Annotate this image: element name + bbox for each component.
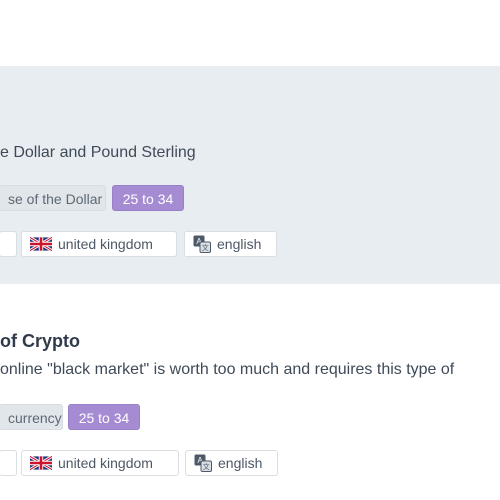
language-label: english	[217, 236, 262, 252]
country-chip: united kingdom	[21, 231, 177, 257]
search-results-viewport: e Dollar and Pound Sterling se of the Do…	[0, 0, 500, 500]
result-title[interactable]: of Crypto	[0, 328, 80, 354]
meta-chip-partial	[0, 231, 17, 257]
meta-chip-partial	[0, 450, 17, 476]
country-label: united kingdom	[58, 236, 153, 252]
country-chip: united kingdom	[21, 450, 179, 476]
uk-flag-icon	[30, 456, 52, 470]
result-summary: online "black market" is worth too much …	[0, 361, 455, 378]
topic-tag[interactable]: currency	[0, 404, 63, 430]
language-chip: A 文 english	[184, 231, 277, 257]
svg-text:文: 文	[202, 243, 209, 252]
language-label: english	[218, 455, 263, 471]
topic-tag[interactable]: se of the Dollar	[0, 185, 106, 211]
uk-flag-icon	[30, 237, 52, 251]
translate-icon: A 文	[194, 454, 212, 472]
age-range-badge: 25 to 34	[68, 404, 140, 430]
svg-text:文: 文	[203, 462, 210, 471]
language-chip: A 文 english	[185, 450, 278, 476]
result-summary: e Dollar and Pound Sterling	[0, 144, 196, 161]
country-label: united kingdom	[58, 455, 153, 471]
age-range-badge: 25 to 34	[112, 185, 184, 211]
translate-icon: A 文	[193, 235, 211, 253]
